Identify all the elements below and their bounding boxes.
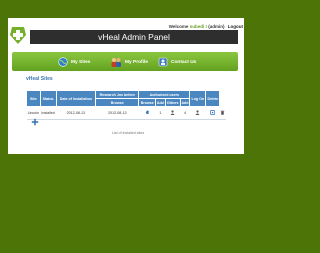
delete-icon[interactable] — [219, 106, 226, 120]
table-row: Lincoln Installed 2012-08-13 2012-08-13 … — [26, 106, 226, 120]
logout-link[interactable]: Logout — [228, 24, 243, 29]
users-icon — [111, 58, 121, 67]
add-other-icon[interactable] — [189, 106, 206, 120]
section-title: vHeal Sites — [26, 76, 53, 82]
nav-label: My Profile — [125, 59, 148, 65]
nav-my-sites[interactable]: My Sites — [58, 56, 90, 68]
nav-contact-us[interactable]: Contact Us — [158, 56, 196, 68]
title-bar: vHeal Admin Panel — [30, 30, 238, 44]
sub-browse: Browse — [95, 98, 140, 107]
page-title: vHeal Admin Panel — [98, 32, 170, 42]
vheal-logo — [10, 27, 26, 44]
col-log-on: Log On — [189, 90, 207, 107]
sub-browse: Browse — [138, 98, 157, 107]
installed-sites-link[interactable]: List of installed sites — [112, 131, 144, 135]
nav-label: Contact Us — [171, 59, 197, 65]
cell-research: 2012-08-13 — [95, 106, 139, 120]
col-date: Date of Installation — [55, 90, 97, 107]
login-icon — [210, 110, 216, 115]
col-delete: Delete — [205, 90, 221, 107]
welcome-name: subedi ! — [189, 24, 207, 29]
cell-date: 2012-08-13 — [56, 106, 96, 120]
sub-add: Add — [155, 98, 166, 107]
cell-count2: 4 — [180, 106, 190, 120]
nav-my-profile[interactable]: My Profile — [110, 56, 148, 68]
refresh-icon[interactable] — [138, 106, 156, 120]
col-status: Status — [39, 90, 57, 107]
sub-others: Others — [164, 98, 181, 107]
trash-icon — [221, 110, 225, 115]
add-user-icon[interactable] — [165, 106, 181, 120]
refresh-icon — [145, 110, 149, 114]
log-on-icon[interactable] — [205, 106, 220, 120]
welcome-prefix: Welcome — [168, 24, 189, 29]
col-authorized-users: Authorized users — [138, 90, 191, 99]
cell-status: Installed — [40, 106, 57, 120]
contact-icon — [158, 57, 168, 67]
globe-icon — [58, 57, 68, 67]
nav-label: My Sites — [71, 59, 91, 65]
sites-table: Site Status Date of Installation Researc… — [26, 90, 226, 120]
col-research: Research Jos before — [95, 90, 140, 99]
sub-add: Add — [179, 98, 191, 107]
cell-count1: 1 — [155, 106, 166, 120]
welcome-bar: Welcome subedi ! (admin) Logout — [169, 24, 243, 29]
col-site: Site — [26, 90, 41, 107]
add-site-icon[interactable] — [31, 118, 39, 126]
welcome-role: (admin) — [208, 24, 225, 29]
user-add-icon — [195, 110, 200, 115]
user-add-icon — [170, 110, 175, 115]
main-nav: My Sites My Profile Contact Us — [12, 52, 238, 71]
